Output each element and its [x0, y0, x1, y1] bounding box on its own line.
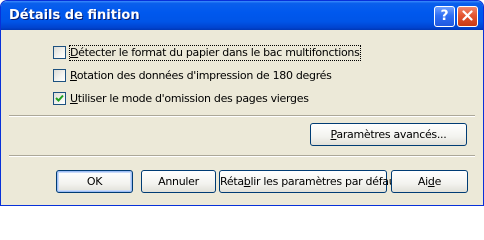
checkbox-skip-blank-pages[interactable] [53, 92, 66, 105]
advanced-settings-label: aramètres avancés... [336, 128, 447, 141]
option-label-text: otation des données d'impression de 180 … [76, 69, 332, 82]
separator [9, 115, 475, 117]
checkbox-rotate-180[interactable] [53, 69, 66, 82]
option-label: Détecter le format du papier dans le bac… [69, 45, 361, 61]
separator [9, 155, 475, 157]
advanced-settings-button[interactable]: Paramètres avancés... [310, 123, 467, 146]
dialog-window: Détails de finition ? Détecter le format… [0, 0, 484, 206]
question-mark-icon: ? [440, 8, 449, 24]
option-label: Utiliser le mode d'omission des pages vi… [70, 92, 309, 105]
dialog-title: Détails de finition [9, 8, 140, 23]
help-title-button[interactable]: ? [434, 6, 455, 27]
option-label-text: étecter le format du papier dans le bac … [78, 46, 360, 59]
close-title-button[interactable] [457, 6, 478, 27]
title-bar[interactable]: Détails de finition ? [1, 1, 483, 30]
cancel-button[interactable]: Annuler [141, 170, 216, 193]
restore-defaults-button[interactable]: Rétablir les paramètres par défaut [219, 170, 400, 193]
close-x-icon [462, 10, 473, 21]
option-label-text: tiliser le mode d'omission des pages vie… [77, 92, 309, 105]
help-button[interactable]: Aide [391, 170, 468, 193]
checkmark-icon [55, 94, 64, 102]
ok-button[interactable]: OK [56, 170, 133, 193]
checkbox-detect-paper-size[interactable] [53, 46, 66, 59]
option-label: Rotation des données d'impression de 180… [70, 69, 332, 82]
